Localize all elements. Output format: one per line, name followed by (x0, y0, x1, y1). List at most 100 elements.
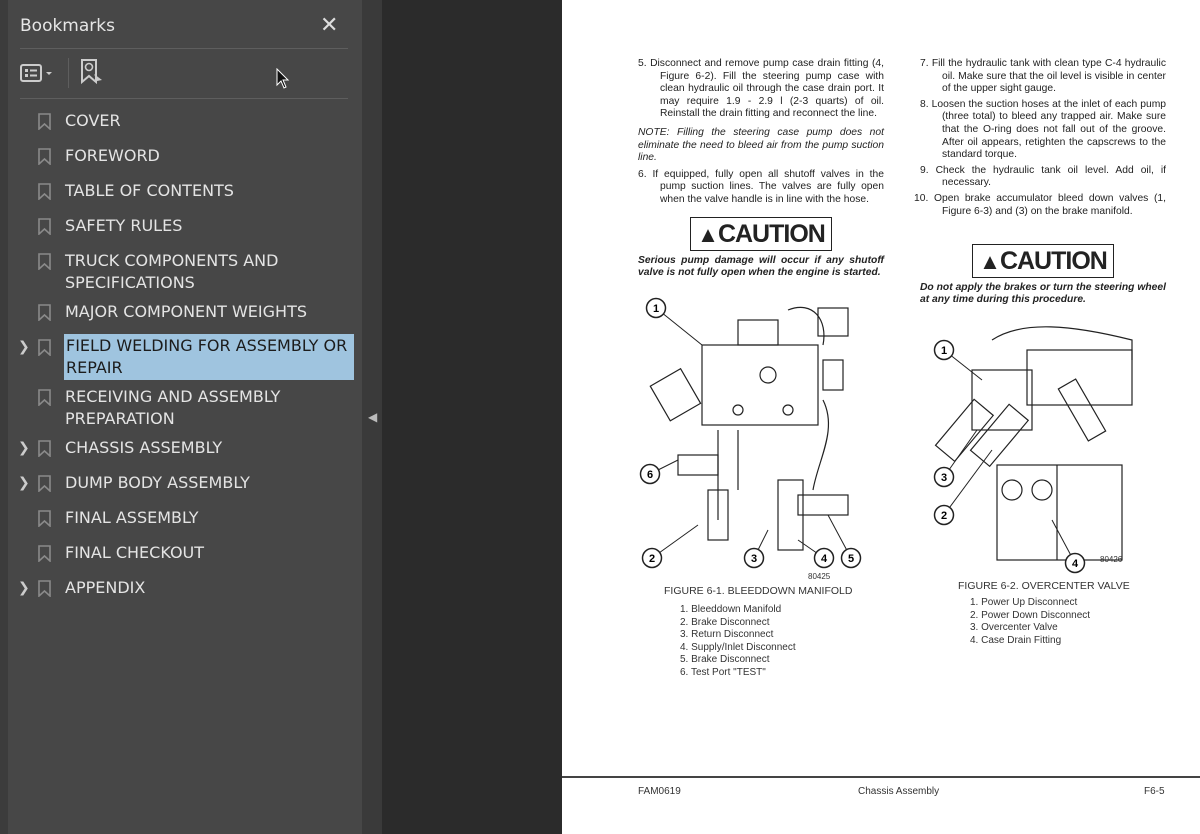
list-options-icon (20, 64, 52, 82)
chevron-right-icon[interactable]: ❯ (18, 472, 30, 494)
bookmark-label: RECEIVING AND ASSEMBLY PREPARATION (65, 387, 281, 428)
caution-box: ▲CAUTION (690, 216, 832, 251)
callout-label: 5 (848, 553, 854, 565)
bookmark-icon (38, 510, 51, 527)
footer-section: Chassis Assembly (858, 786, 940, 797)
chevron-right-icon[interactable]: ❯ (18, 336, 30, 358)
footer-rule (562, 776, 1200, 778)
bookmark-icon (38, 475, 51, 492)
legend-item: 1. Bleeddown Manifold (680, 604, 782, 615)
callout-4: 4 (797, 539, 835, 569)
figure-overcenter-valve: 1 2 3 4 80426 (933, 326, 1133, 574)
callout-2: 2 (933, 449, 993, 526)
step-5: 5. Disconnect and remove pump case drain… (638, 58, 884, 120)
legend-item: 3. Overcenter Valve (970, 622, 1058, 634)
bookmark-icon (38, 440, 51, 457)
bookmark-label: FOREWORD (65, 146, 160, 165)
callout-2: 2 (641, 524, 699, 569)
bookmark-label: COVER (65, 111, 121, 130)
left-column: 5. Disconnect and remove pump case drain… (638, 58, 884, 279)
bookmark-icon (38, 545, 51, 562)
bookmark-icon (38, 148, 51, 165)
legend-item: 5. Brake Disconnect (680, 654, 770, 666)
step-10: 10. Open brake accumulator bleed down va… (914, 192, 1166, 217)
caution-label: CAUTION (717, 219, 826, 248)
legend-item: 4. Supply/Inlet Disconnect (680, 641, 796, 653)
bookmarks-panel: Bookmarks ✕ COVER FOREWORD TABLE OF CONTEN… (0, 0, 362, 834)
step-6: 6. If equipped, fully open all shutoff v… (638, 168, 884, 205)
bookmark-icon (38, 304, 51, 321)
caution-text: Serious pump damage will occur if any sh… (638, 254, 884, 278)
figure-bleeddown-manifold: 1 2 3 4 5 6 80425 (639, 297, 862, 581)
callout-label: 2 (649, 553, 655, 565)
bookmark-label: FINAL ASSEMBLY (65, 508, 199, 527)
panel-title: Bookmarks (20, 16, 115, 36)
step-7: 7. Fill the hydraulic tank with clean ty… (920, 58, 1166, 95)
bookmark-label: MAJOR COMPONENT WEIGHTS (65, 302, 307, 321)
callout-1: 1 (645, 297, 703, 346)
bookmark-icon (38, 183, 51, 200)
callout-label: 1 (941, 345, 947, 357)
divider (20, 98, 348, 99)
bookmark-options-button[interactable] (20, 62, 60, 91)
bookmark-label: DUMP BODY ASSEMBLY (65, 473, 250, 492)
legend-item: 3. Return Disconnect (680, 629, 774, 641)
chevron-right-icon[interactable]: ❯ (18, 437, 30, 459)
callout-label: 4 (1072, 558, 1079, 570)
callout-label: 3 (751, 553, 757, 565)
add-bookmark-button[interactable] (80, 58, 106, 93)
warning-triangle-icon: ▲ (697, 221, 719, 247)
figure-caption: FIGURE 6-1. BLEEDDOWN MANIFOLD (664, 585, 853, 597)
document-page: 5. Disconnect and remove pump case drain… (562, 0, 1200, 834)
callout-6: 6 (639, 459, 679, 485)
chevron-left-icon: ◀ (368, 410, 378, 424)
legend-item: 1. Power Up Disconnect (970, 597, 1078, 608)
panel-collapse-handle[interactable]: ◀ (362, 0, 382, 834)
callout-3: 3 (743, 529, 769, 569)
bookmark-icon (38, 580, 51, 597)
step-8: 8. Loosen the suction hoses at the inlet… (920, 98, 1166, 161)
close-icon[interactable]: ✕ (320, 12, 338, 38)
callout-1: 1 (933, 339, 983, 381)
mouse-cursor-icon (276, 68, 290, 89)
bookmark-label: FINAL CHECKOUT (65, 543, 205, 562)
step-9: 9. Check the hydraulic tank oil level. A… (920, 164, 1166, 189)
bookmark-label: APPENDIX (65, 578, 146, 597)
bookmark-label: FIELD WELDING FOR ASSEMBLY OR REPAIR (64, 334, 354, 380)
right-column: 7. Fill the hydraulic tank with clean ty… (914, 58, 1166, 306)
toolbar-separator (68, 58, 69, 88)
footer-page-number: F6-5 (1144, 786, 1165, 797)
callout-label: 2 (941, 510, 947, 522)
bookmark-label: SAFETY RULES (65, 216, 183, 235)
figure-number: 80425 (808, 572, 831, 581)
legend-item: 2. Power Down Disconnect (970, 609, 1091, 621)
note: NOTE: Filling the steering case pump doe… (638, 126, 884, 164)
bookmark-icon (38, 113, 51, 130)
bookmark-icon (38, 339, 51, 356)
callout-label: 6 (647, 469, 653, 481)
callout-label: 4 (821, 553, 828, 565)
caution-box: ▲CAUTION (972, 244, 1114, 279)
figure-legend: 1. Bleeddown Manifold 2. Brake Disconnect… (680, 604, 796, 680)
bookmark-icon (38, 218, 51, 235)
callout-label: 3 (941, 472, 947, 484)
legend-item: 2. Brake Disconnect (680, 616, 770, 628)
callout-label: 1 (653, 303, 659, 315)
bookmark-add-icon (81, 59, 102, 85)
caution-text: Do not apply the brakes or turn the stee… (920, 282, 1166, 306)
bookmark-label: TABLE OF CONTENTS (65, 181, 234, 200)
legend-item: 4. Case Drain Fitting (970, 634, 1062, 646)
legend-item: 6. Test Port "TEST" (680, 666, 766, 678)
chevron-right-icon[interactable]: ❯ (18, 577, 30, 599)
bookmark-icon (38, 389, 51, 406)
footer-doc-id: FAM0619 (638, 786, 681, 797)
bookmark-label: CHASSIS ASSEMBLY (65, 438, 223, 457)
bookmark-label: TRUCK COMPONENTS AND SPECIFICATIONS (65, 251, 279, 292)
figure-caption: FIGURE 6-2. OVERCENTER VALVE (958, 580, 1130, 592)
figure-number: 80426 (1100, 555, 1123, 564)
divider (20, 48, 348, 49)
figure-legend: 1. Power Up Disconnect 2. Power Down Disc… (970, 597, 1090, 647)
caution-label: CAUTION (999, 247, 1108, 276)
bookmark-icon (38, 253, 51, 270)
warning-triangle-icon: ▲ (979, 249, 1001, 275)
